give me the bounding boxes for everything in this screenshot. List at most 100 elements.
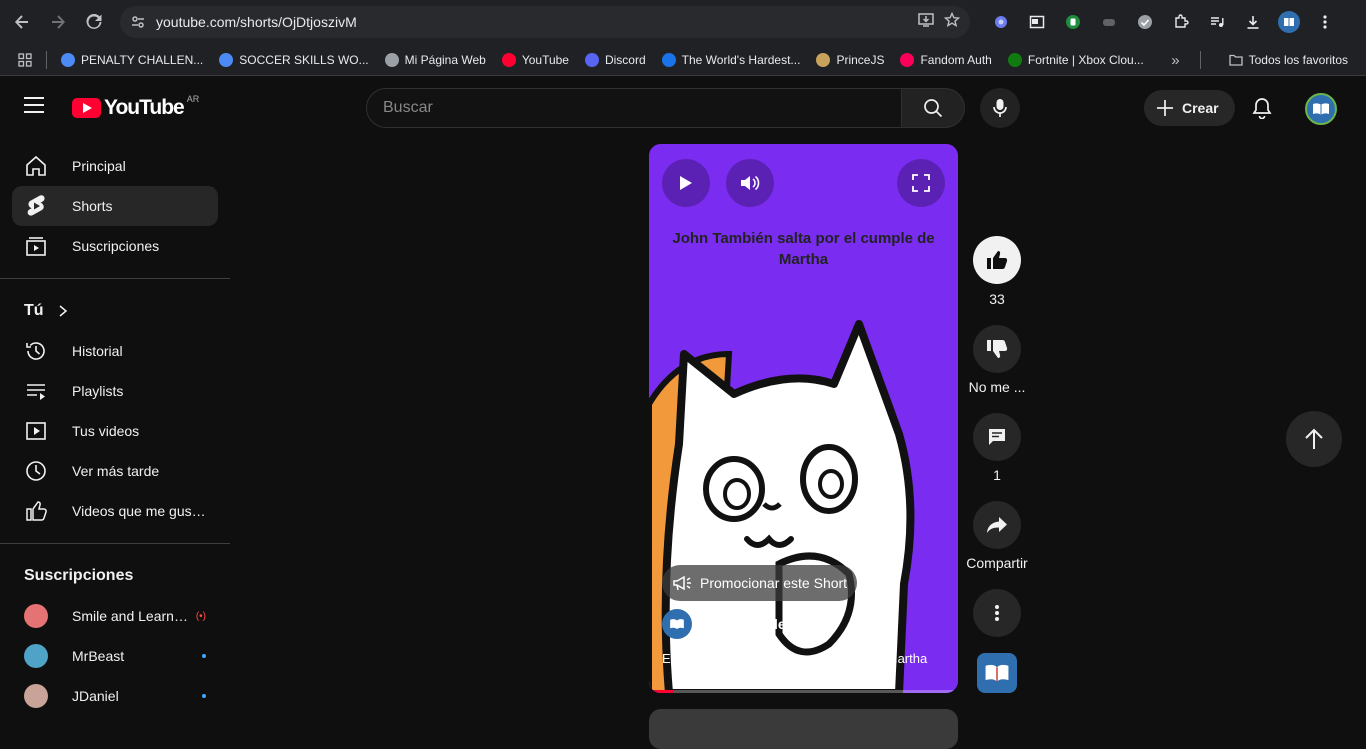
bookmark-item[interactable]: Mi Página Web [377, 46, 494, 74]
subscriptions-heading: Suscripciones [24, 567, 134, 584]
chevron-right-icon [59, 305, 67, 317]
progress-bar[interactable] [649, 690, 958, 693]
channel-handle[interactable]: @Mundo_de_libros [702, 616, 832, 632]
bookmark-item[interactable]: Discord [577, 46, 654, 74]
all-bookmarks-folder[interactable]: Todos los favoritos [1221, 46, 1356, 74]
share-label: Compartir [966, 555, 1028, 571]
menu-icon[interactable] [24, 97, 44, 113]
bookmark-item[interactable]: PrinceJS [808, 46, 892, 74]
search-input[interactable] [383, 99, 901, 117]
account-avatar[interactable] [1305, 93, 1337, 125]
apps-grid-icon[interactable] [0, 46, 46, 74]
home-icon [24, 154, 48, 178]
sidebar-item-ver-mas-tarde[interactable]: Ver más tarde [12, 451, 218, 491]
play-button[interactable] [662, 159, 710, 207]
search-button[interactable] [901, 88, 965, 128]
create-label: Crear [1182, 100, 1219, 116]
bookmark-favicon-icon [584, 52, 599, 67]
sidebar-item-historial[interactable]: Historial [12, 331, 218, 371]
promote-short-button[interactable]: Promocionar este Short [662, 565, 858, 601]
back-arrow-icon[interactable] [4, 4, 40, 40]
reload-icon[interactable] [76, 4, 112, 40]
downloads-icon[interactable] [1242, 11, 1264, 33]
comments-button[interactable] [973, 413, 1021, 461]
sidebar-item-suscripciones[interactable]: Suscripciones [12, 226, 218, 266]
previous-short-button[interactable] [1286, 411, 1342, 467]
share-arrow-icon [987, 517, 1007, 533]
browser-menu-icon[interactable] [1314, 11, 1336, 33]
volume-button[interactable] [726, 159, 774, 207]
bookmark-item[interactable]: The World's Hardest... [654, 46, 809, 74]
next-short-preview[interactable] [649, 709, 958, 749]
book-icon [985, 664, 1009, 682]
bookmark-item[interactable]: YouTube [494, 46, 577, 74]
extensions-puzzle-icon[interactable] [1170, 11, 1192, 33]
arrow-up-icon [1305, 428, 1323, 449]
bookmark-label: YouTube [521, 52, 569, 67]
media-controls-icon[interactable] [1206, 11, 1228, 33]
sidebar-item-principal[interactable]: Principal [12, 146, 218, 186]
bookmark-item[interactable]: PENALTY CHALLEN... [53, 46, 211, 74]
search-box[interactable] [366, 88, 902, 128]
subscription-item[interactable]: Smile and Learn -... (•) [12, 596, 218, 636]
site-settings-icon[interactable] [120, 14, 156, 30]
you-section-heading[interactable]: Tú [0, 291, 230, 331]
url-text[interactable]: youtube.com/shorts/OjDtjoszivM [156, 14, 918, 30]
subscription-item[interactable]: MrBeast [12, 636, 218, 676]
voice-search-button[interactable] [980, 88, 1020, 128]
extension-window-icon[interactable] [1026, 11, 1048, 33]
channel-link[interactable]: @Mundo_de_libros [662, 609, 832, 639]
short-description[interactable]: El día que John saltó por el cumple de M… [662, 651, 927, 666]
channel-thumbnail[interactable] [977, 653, 1017, 693]
bookmark-label: PrinceJS [836, 52, 885, 67]
sidebar-item-label: Shorts [72, 198, 113, 214]
book-icon [1313, 103, 1329, 115]
notifications-bell-icon[interactable] [1246, 92, 1278, 124]
extension-flower-icon[interactable] [990, 11, 1012, 33]
megaphone-icon [673, 575, 691, 591]
watch-later-icon [24, 459, 48, 483]
short-overlay-caption: John También salta por el cumple de Mart… [672, 230, 935, 268]
more-bookmarks-icon[interactable]: » [1171, 52, 1179, 69]
sidebar-item-label: Playlists [72, 383, 124, 399]
share-button[interactable] [973, 501, 1021, 549]
more-options-button[interactable] [973, 589, 1021, 637]
sidebar-item-shorts[interactable]: Shorts [12, 186, 218, 226]
dislike-button[interactable] [973, 325, 1021, 373]
extension-shield-icon[interactable] [1062, 11, 1084, 33]
channel-avatar[interactable] [662, 609, 692, 639]
subscription-item[interactable]: JDaniel [12, 676, 218, 716]
extension-check-icon[interactable] [1134, 11, 1156, 33]
short-video-player[interactable]: John También salta por el cumple de Mart… [649, 144, 958, 693]
forward-arrow-icon[interactable] [40, 4, 76, 40]
bookmark-label: Fandom Auth [920, 52, 992, 67]
install-app-icon[interactable] [918, 12, 934, 32]
bookmark-label: Discord [604, 52, 646, 67]
search-icon [924, 99, 943, 118]
sidebar-item-tus-videos[interactable]: Tus videos [12, 411, 218, 451]
bookmark-item[interactable]: Fandom Auth [892, 46, 999, 74]
bookmark-label: Mi Página Web [404, 52, 486, 67]
folder-icon [1228, 54, 1243, 66]
progress-fill [649, 690, 674, 693]
bookmarks-bar: PENALTY CHALLEN... SOCCER SKILLS WO... Mi … [0, 44, 1366, 76]
address-bar[interactable]: youtube.com/shorts/OjDtjoszivM [120, 6, 970, 38]
subscription-label: JDaniel [72, 688, 119, 704]
bookmark-star-icon[interactable] [943, 11, 961, 32]
fullscreen-button[interactable] [897, 159, 945, 207]
extension-gamepad-icon[interactable] [1098, 11, 1120, 33]
sidebar-item-videos-que-me-gust[interactable]: Videos que me gust... [12, 491, 218, 531]
play-icon [680, 176, 692, 190]
create-button[interactable]: Crear [1144, 90, 1235, 126]
bookmark-favicon-icon [219, 52, 234, 67]
bookmark-item[interactable]: SOCCER SKILLS WO... [211, 46, 376, 74]
sidebar-item-playlists[interactable]: Playlists [12, 371, 218, 411]
country-code: AR [186, 94, 200, 104]
comment-count: 1 [993, 467, 1001, 483]
like-button[interactable] [973, 236, 1021, 284]
profile-avatar-icon[interactable] [1278, 11, 1300, 33]
youtube-logo[interactable]: YouTube AR [72, 94, 200, 120]
new-content-dot [202, 654, 206, 658]
bookmark-item[interactable]: Fortnite | Xbox Clou... [1000, 46, 1152, 74]
bookmark-favicon-icon [501, 52, 516, 67]
